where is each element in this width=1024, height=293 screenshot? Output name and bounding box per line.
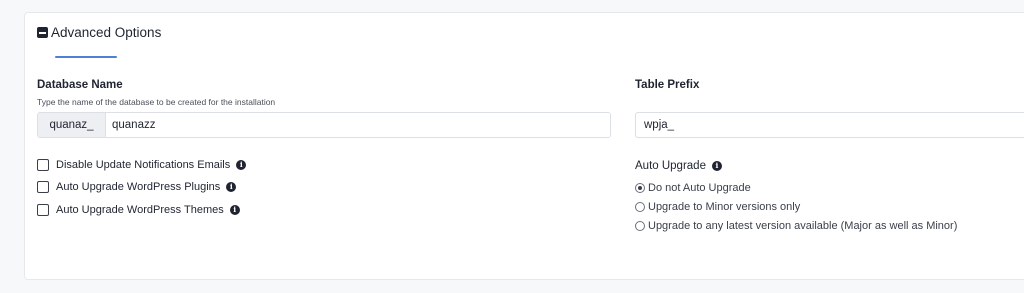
table-prefix-label: Table Prefix bbox=[635, 79, 700, 91]
radio-button-selected[interactable] bbox=[635, 183, 645, 193]
radio-do-not-auto-upgrade[interactable]: Do not Auto Upgrade bbox=[635, 182, 751, 194]
info-icon[interactable]: i bbox=[229, 205, 240, 215]
radio-label: Upgrade to any latest version available … bbox=[648, 220, 958, 232]
database-name-label: Database Name bbox=[37, 79, 123, 91]
info-icon[interactable]: i bbox=[711, 161, 722, 171]
advanced-options-toggle[interactable]: Advanced Options bbox=[37, 25, 161, 40]
auto-upgrade-header: Auto Upgrade i bbox=[635, 160, 722, 172]
radio-upgrade-minor[interactable]: Upgrade to Minor versions only bbox=[635, 201, 800, 213]
database-name-field: quanaz_ bbox=[37, 112, 611, 138]
radio-label: Do not Auto Upgrade bbox=[648, 182, 751, 194]
advanced-options-title: Advanced Options bbox=[51, 25, 162, 40]
radio-button[interactable] bbox=[635, 221, 645, 231]
auto-upgrade-themes-checkbox[interactable] bbox=[37, 204, 49, 216]
disable-update-notifications-checkbox[interactable] bbox=[37, 159, 49, 171]
auto-upgrade-label: Auto Upgrade bbox=[635, 160, 706, 172]
auto-upgrade-themes-label: Auto Upgrade WordPress Themes bbox=[56, 204, 224, 216]
auto-upgrade-plugins-option[interactable]: Auto Upgrade WordPress Plugins i bbox=[37, 181, 237, 193]
database-name-hint: Type the name of the database to be crea… bbox=[37, 97, 276, 107]
database-name-input[interactable] bbox=[106, 113, 610, 137]
auto-upgrade-themes-option[interactable]: Auto Upgrade WordPress Themes i bbox=[37, 204, 240, 216]
auto-upgrade-plugins-label: Auto Upgrade WordPress Plugins bbox=[56, 181, 221, 193]
radio-label: Upgrade to Minor versions only bbox=[648, 201, 801, 213]
disable-update-notifications-option[interactable]: Disable Update Notifications Emails i bbox=[37, 159, 247, 171]
radio-upgrade-any-latest[interactable]: Upgrade to any latest version available … bbox=[635, 220, 957, 232]
minus-square-icon bbox=[37, 27, 48, 38]
database-name-prefix: quanaz_ bbox=[38, 113, 106, 137]
info-icon[interactable]: i bbox=[236, 160, 247, 170]
header-underline bbox=[55, 56, 117, 58]
auto-upgrade-plugins-checkbox[interactable] bbox=[37, 181, 49, 193]
info-icon[interactable]: i bbox=[226, 182, 237, 192]
disable-update-notifications-label: Disable Update Notifications Emails bbox=[56, 159, 231, 171]
table-prefix-input[interactable] bbox=[635, 112, 1024, 138]
advanced-options-panel: Advanced Options Database Name Type the … bbox=[24, 12, 1024, 280]
radio-button[interactable] bbox=[635, 202, 645, 212]
